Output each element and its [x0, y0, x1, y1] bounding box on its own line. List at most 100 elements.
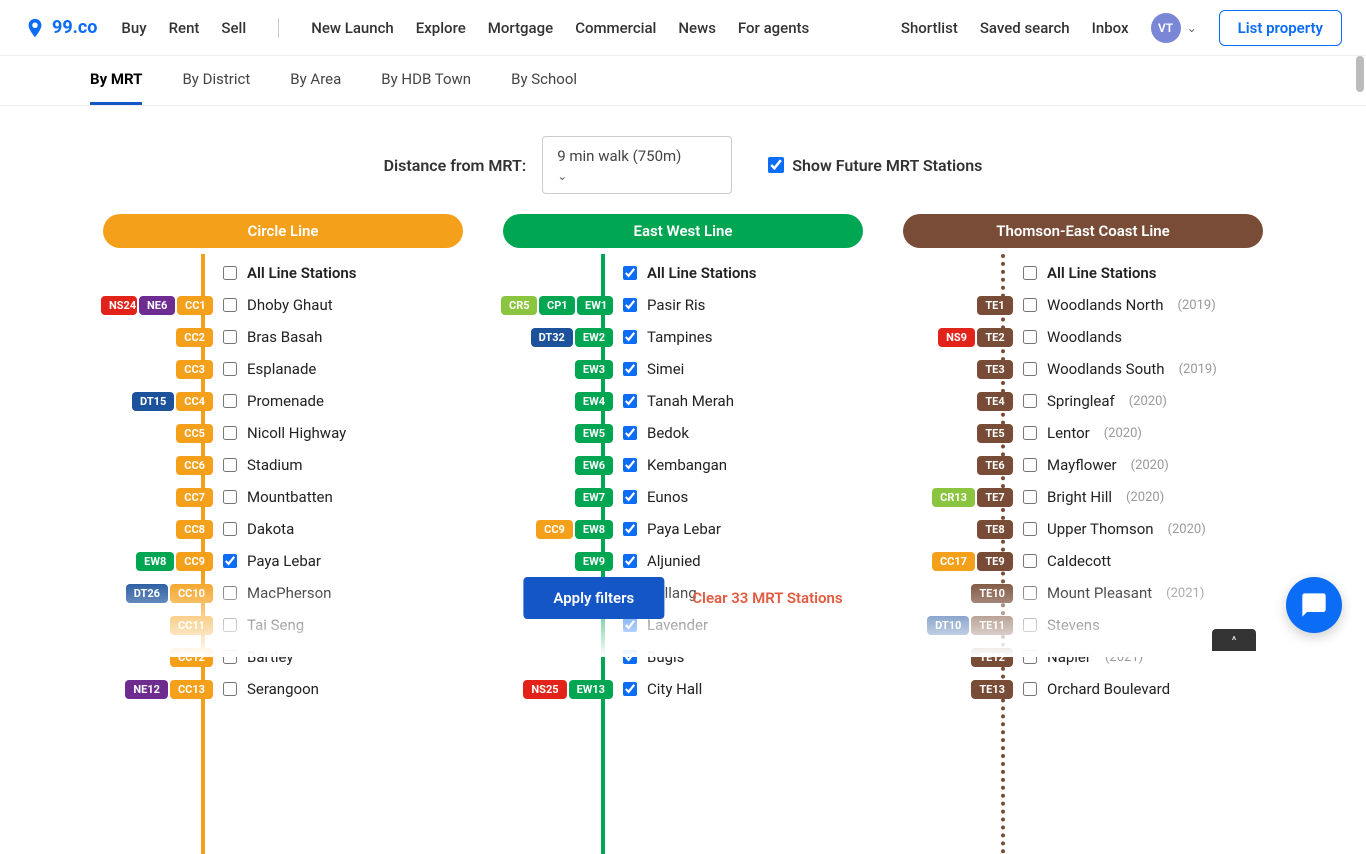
user-menu[interactable]: VT ⌄	[1151, 13, 1197, 43]
station-checkbox[interactable]	[1023, 394, 1037, 408]
station-checkbox[interactable]	[223, 586, 237, 600]
station-row: CC9EW8Paya Lebar	[503, 518, 863, 540]
station-checkbox[interactable]	[223, 426, 237, 440]
station-row: CR5CP1EW1Pasir Ris	[503, 294, 863, 316]
badge-ne6: NE6	[139, 296, 175, 315]
station-checkbox[interactable]	[223, 650, 237, 664]
tab-by-area[interactable]: By Area	[290, 56, 341, 105]
station-checkbox[interactable]	[623, 522, 637, 536]
station-checkbox[interactable]	[223, 362, 237, 376]
badge-cp1: CP1	[539, 296, 575, 315]
station-checkbox[interactable]	[623, 298, 637, 312]
station-checkbox[interactable]	[1023, 426, 1037, 440]
main-header: 99.co Buy Rent Sell New Launch Explore M…	[0, 0, 1366, 56]
station-checkbox[interactable]	[223, 458, 237, 472]
logo-icon	[24, 17, 46, 39]
scrollbar[interactable]	[1356, 56, 1364, 92]
station-checkbox[interactable]	[1023, 362, 1037, 376]
station-checkbox[interactable]	[1023, 618, 1037, 632]
tab-by-school[interactable]: By School	[511, 56, 577, 105]
badge-ew6: EW6	[575, 456, 613, 475]
nav-saved-search[interactable]: Saved search	[980, 19, 1070, 37]
all-line-checkbox[interactable]	[1023, 266, 1037, 280]
station-checkbox[interactable]	[1023, 554, 1037, 568]
nav-shortlist[interactable]: Shortlist	[901, 19, 958, 37]
nav-sell[interactable]: Sell	[221, 19, 246, 37]
station-checkbox[interactable]	[223, 490, 237, 504]
station-checkbox[interactable]	[623, 362, 637, 376]
badge-cc17: CC17	[932, 552, 975, 571]
station-checkbox[interactable]	[1023, 682, 1037, 696]
station-label: Caldecott	[1047, 552, 1111, 570]
nav-new-launch[interactable]: New Launch	[311, 19, 394, 37]
nav-news[interactable]: News	[678, 19, 716, 37]
station-badges: CR13TE7	[903, 488, 1013, 507]
nav-buy[interactable]: Buy	[121, 19, 146, 37]
station-checkbox[interactable]	[623, 458, 637, 472]
station-checkbox[interactable]	[223, 682, 237, 696]
clear-stations-link[interactable]: Clear 33 MRT Stations	[692, 589, 842, 607]
chevron-down-icon: ⌄	[557, 169, 717, 183]
station-checkbox[interactable]	[623, 490, 637, 504]
nav-agents[interactable]: For agents	[738, 19, 809, 37]
station-row: DT32EW2Tampines	[503, 326, 863, 348]
station-checkbox[interactable]	[623, 682, 637, 696]
station-checkbox[interactable]	[623, 394, 637, 408]
nav-inbox[interactable]: Inbox	[1092, 19, 1129, 37]
tab-by-district[interactable]: By District	[182, 56, 250, 105]
station-checkbox[interactable]	[623, 618, 637, 632]
chat-button[interactable]	[1286, 577, 1342, 633]
scroll-to-top[interactable]: ^	[1212, 629, 1256, 651]
show-future-checkbox[interactable]	[768, 157, 784, 173]
station-checkbox[interactable]	[1023, 522, 1037, 536]
station-checkbox[interactable]	[623, 554, 637, 568]
nav-commercial[interactable]: Commercial	[575, 19, 656, 37]
show-future-toggle[interactable]: Show Future MRT Stations	[768, 156, 982, 175]
station-badges: CC17TE9	[903, 552, 1013, 571]
station-checkbox[interactable]	[1023, 650, 1037, 664]
station-checkbox[interactable]	[223, 298, 237, 312]
station-badges: CC9EW8	[503, 520, 613, 539]
station-row: CC7Mountbatten	[103, 486, 463, 508]
station-checkbox[interactable]	[1023, 490, 1037, 504]
station-checkbox[interactable]	[223, 618, 237, 632]
logo[interactable]: 99.co	[24, 17, 97, 39]
nav-mortgage[interactable]: Mortgage	[488, 19, 553, 37]
station-label: Bright Hill	[1047, 488, 1112, 506]
station-checkbox[interactable]	[1023, 298, 1037, 312]
tab-by-mrt[interactable]: By MRT	[90, 56, 142, 105]
station-checkbox[interactable]	[623, 650, 637, 664]
station-label: Woodlands South	[1047, 360, 1165, 378]
station-checkbox[interactable]	[223, 394, 237, 408]
station-year: (2020)	[1126, 490, 1164, 505]
badge-te6: TE6	[977, 456, 1013, 475]
distance-select[interactable]: 9 min walk (750m) ⌄	[542, 136, 732, 194]
station-label: Woodlands	[1047, 328, 1122, 346]
nav-explore[interactable]: Explore	[416, 19, 466, 37]
badge-dt32: DT32	[531, 328, 573, 347]
station-row: EW8CC9Paya Lebar	[103, 550, 463, 572]
station-year: (2020)	[1168, 522, 1206, 537]
list-property-button[interactable]: List property	[1219, 10, 1342, 46]
apply-filters-button[interactable]: Apply filters	[523, 577, 664, 619]
station-label: Paya Lebar	[247, 552, 321, 570]
station-label: Aljunied	[647, 552, 701, 570]
all-line-checkbox[interactable]	[223, 266, 237, 280]
logo-text: 99.co	[52, 17, 97, 38]
station-list-te: All Line StationsTE1Woodlands North(2019…	[903, 262, 1263, 700]
badge-te11: TE11	[971, 616, 1013, 635]
station-checkbox[interactable]	[1023, 330, 1037, 344]
all-line-checkbox[interactable]	[623, 266, 637, 280]
station-checkbox[interactable]	[223, 522, 237, 536]
nav-rent[interactable]: Rent	[169, 19, 200, 37]
station-checkbox[interactable]	[623, 426, 637, 440]
station-checkbox[interactable]	[623, 330, 637, 344]
badge-ew1: EW1	[577, 296, 613, 315]
station-row: NS9TE2Woodlands	[903, 326, 1263, 348]
badge-ew7: EW7	[575, 488, 613, 507]
station-checkbox[interactable]	[1023, 458, 1037, 472]
tab-by-hdb-town[interactable]: By HDB Town	[381, 56, 471, 105]
station-checkbox[interactable]	[1023, 586, 1037, 600]
station-checkbox[interactable]	[223, 554, 237, 568]
station-checkbox[interactable]	[223, 330, 237, 344]
